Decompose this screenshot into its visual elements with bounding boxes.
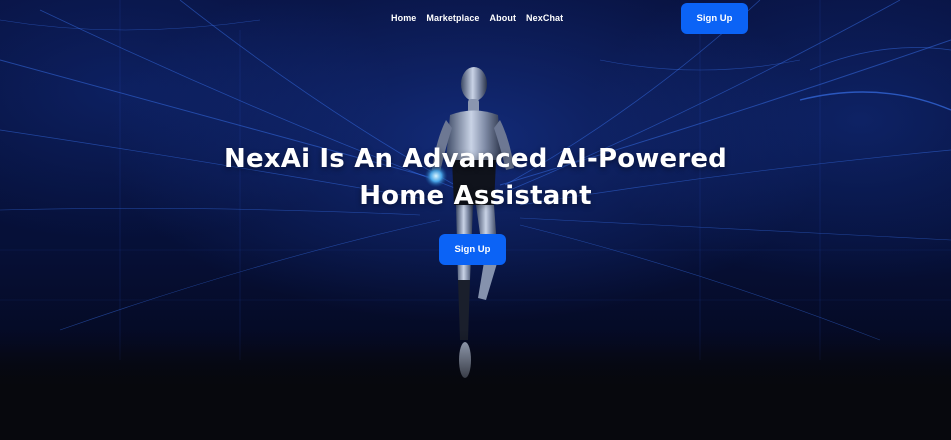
top-navbar: Home Marketplace About NexChat Sign Up bbox=[0, 0, 951, 40]
nav-link-nexchat[interactable]: NexChat bbox=[526, 13, 563, 23]
nav-links: Home Marketplace About NexChat bbox=[391, 13, 563, 23]
hero-title-line-1: NexAi Is An Advanced AI-Powered bbox=[223, 144, 727, 174]
nav-link-home[interactable]: Home bbox=[391, 13, 416, 23]
landing-page: Home Marketplace About NexChat Sign Up N… bbox=[0, 0, 951, 440]
nav-link-marketplace[interactable]: Marketplace bbox=[426, 13, 479, 23]
hero-title-line-2: Home Assistant bbox=[359, 181, 592, 211]
hero-background-image bbox=[0, 0, 951, 400]
hero-title: NexAi Is An Advanced AI-Powered Home Ass… bbox=[160, 141, 791, 215]
hero-signup-button[interactable]: Sign Up bbox=[439, 234, 506, 265]
nav-link-about[interactable]: About bbox=[490, 13, 517, 23]
header-signup-button[interactable]: Sign Up bbox=[681, 3, 748, 34]
